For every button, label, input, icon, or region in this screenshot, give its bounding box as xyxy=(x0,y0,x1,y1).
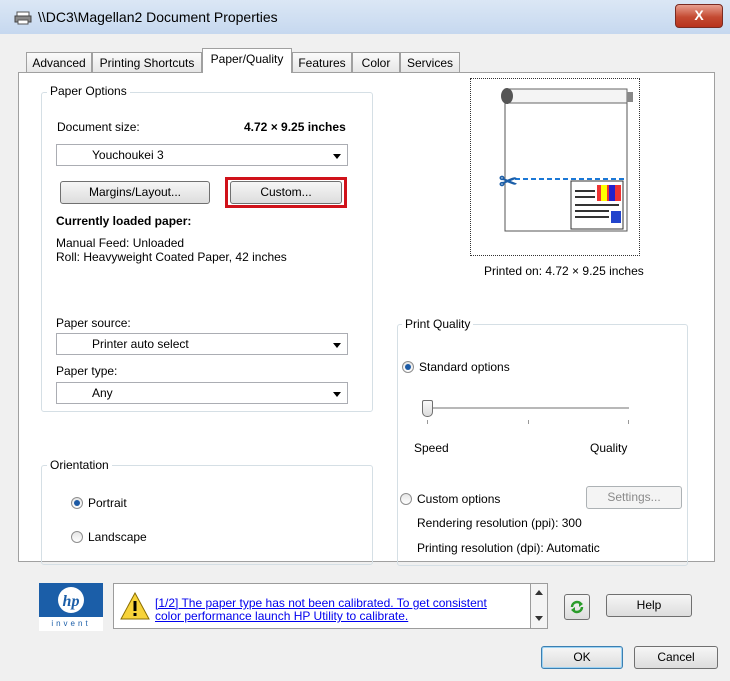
custom-button[interactable]: Custom... xyxy=(230,181,342,204)
landscape-label: Landscape xyxy=(88,530,147,544)
paper-type-select-value: Any xyxy=(92,386,113,400)
close-button[interactable]: X xyxy=(675,4,723,28)
paper-source-select-value: Printer auto select xyxy=(92,337,189,351)
quality-slider-track[interactable] xyxy=(427,407,629,409)
standard-options-radio[interactable] xyxy=(402,361,414,373)
paper-source-label: Paper source: xyxy=(56,316,131,330)
chevron-down-icon xyxy=(333,154,341,159)
calibration-warning-box: [1/2] The paper type has not been calibr… xyxy=(113,583,531,629)
paper-options-label: Paper Options xyxy=(47,84,130,98)
slider-tick xyxy=(427,420,428,424)
speed-label: Speed xyxy=(414,441,449,455)
scissors-icon: ✂ xyxy=(499,169,518,194)
tab-services[interactable]: Services xyxy=(400,52,460,72)
landscape-radio[interactable] xyxy=(71,531,83,543)
document-size-select[interactable]: Youchoukei 3 xyxy=(56,144,348,166)
orientation-label: Orientation xyxy=(47,458,112,472)
help-button[interactable]: Help xyxy=(606,594,692,617)
paper-source-select[interactable]: Printer auto select xyxy=(56,333,348,355)
hp-logo: hp invent xyxy=(39,583,103,631)
chevron-up-icon[interactable] xyxy=(535,590,543,595)
tab-printing-shortcuts[interactable]: Printing Shortcuts xyxy=(92,52,202,72)
calibration-link-line2[interactable]: color performance launch HP Utility to c… xyxy=(155,609,408,623)
ok-button[interactable]: OK xyxy=(541,646,623,669)
roll-status: Roll: Heavyweight Coated Paper, 42 inche… xyxy=(56,250,287,264)
loaded-paper-heading: Currently loaded paper: xyxy=(56,214,192,228)
tab-paper-quality[interactable]: Paper/Quality xyxy=(202,48,292,73)
paper-type-select[interactable]: Any xyxy=(56,382,348,404)
refresh-button[interactable] xyxy=(564,594,590,620)
paper-preview: ✂ xyxy=(470,78,640,256)
document-size-value: 4.72 × 9.25 inches xyxy=(244,120,346,134)
manual-feed-status: Manual Feed: Unloaded xyxy=(56,236,185,250)
window-title: \\DC3\Magellan2 Document Properties xyxy=(38,9,278,25)
custom-options-label: Custom options xyxy=(417,492,501,506)
calibration-link-line1[interactable]: [1/2] The paper type has not been calibr… xyxy=(155,596,487,610)
paper-roll-illustration xyxy=(501,88,633,232)
document-size-label: Document size: xyxy=(57,120,140,134)
portrait-radio[interactable] xyxy=(71,497,83,509)
quality-slider-thumb[interactable] xyxy=(422,400,433,417)
paper-type-label: Paper type: xyxy=(56,364,118,378)
title-bar[interactable]: \\DC3\Magellan2 Document Properties X xyxy=(0,0,730,34)
settings-button[interactable]: Settings... xyxy=(586,486,682,509)
document-size-select-value: Youchoukei 3 xyxy=(92,148,164,162)
printed-on-text: Printed on: 4.72 × 9.25 inches xyxy=(484,264,644,278)
rendering-resolution: Rendering resolution (ppi): 300 xyxy=(417,516,582,530)
warning-scrollbar[interactable] xyxy=(531,583,548,629)
tab-color[interactable]: Color xyxy=(352,52,400,72)
margins-layout-button[interactable]: Margins/Layout... xyxy=(60,181,210,204)
quality-label: Quality xyxy=(590,441,628,455)
warning-icon xyxy=(120,592,150,620)
tab-advanced[interactable]: Advanced xyxy=(26,52,92,72)
custom-options-radio[interactable] xyxy=(400,493,412,505)
portrait-label: Portrait xyxy=(88,496,127,510)
svg-text:hp: hp xyxy=(63,593,80,610)
chevron-down-icon xyxy=(333,343,341,348)
chevron-down-icon[interactable] xyxy=(535,616,543,621)
slider-tick xyxy=(528,420,529,424)
chevron-down-icon xyxy=(333,392,341,397)
orientation-group xyxy=(41,465,373,565)
printing-resolution: Printing resolution (dpi): Automatic xyxy=(417,541,600,555)
cancel-button[interactable]: Cancel xyxy=(634,646,718,669)
tab-features[interactable]: Features xyxy=(292,52,352,72)
hp-logo-tagline: invent xyxy=(39,617,103,631)
standard-options-label: Standard options xyxy=(419,360,510,374)
refresh-icon xyxy=(570,600,584,614)
print-quality-label: Print Quality xyxy=(402,317,474,331)
slider-tick xyxy=(628,420,629,424)
printer-icon xyxy=(14,11,32,25)
